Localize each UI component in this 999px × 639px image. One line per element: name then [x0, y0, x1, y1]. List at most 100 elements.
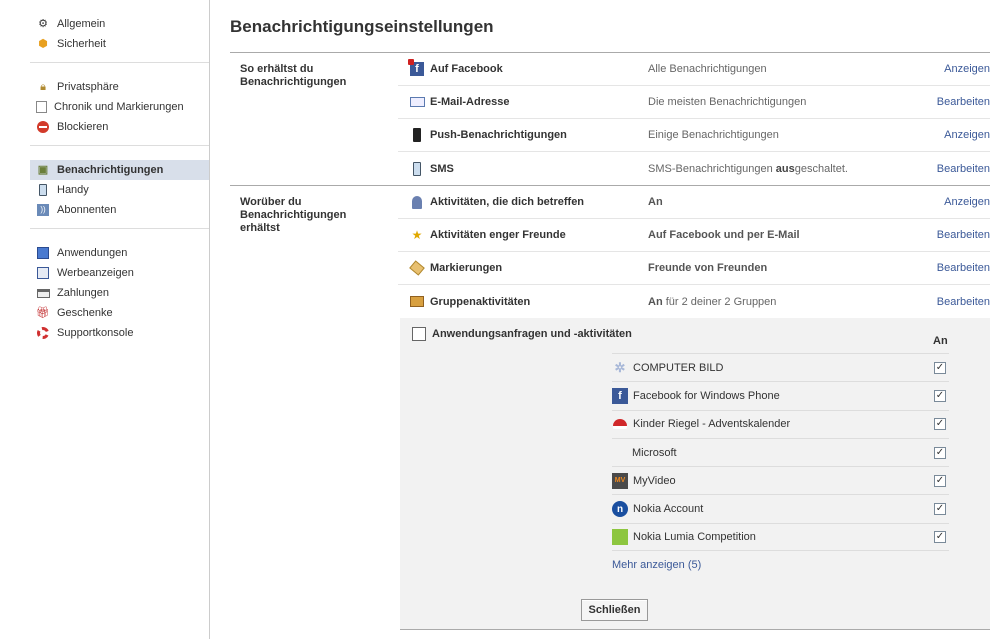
app-name: Facebook for Windows Phone	[633, 389, 780, 402]
sidebar-item-handy[interactable]: Handy	[30, 180, 209, 200]
sidebar-item-label: Privatsphäre	[57, 81, 119, 93]
show-link[interactable]: Anzeigen	[930, 63, 990, 75]
setting-row-facebook: f Auf Facebook Alle Benachrichtigungen A…	[398, 53, 990, 86]
row-title: Auf Facebook	[430, 63, 503, 75]
phone-icon	[36, 183, 50, 197]
notification-icon: ▣	[37, 163, 49, 176]
app-name: COMPUTER BILD	[633, 361, 724, 374]
sidebar-item-label: Supportkonsole	[57, 327, 134, 339]
sidebar-item-label: Blockieren	[57, 121, 109, 133]
sidebar-item-label: Benachrichtigungen	[57, 164, 164, 176]
app-checkbox[interactable]: ✓	[934, 418, 946, 431]
row-title: Gruppenaktivitäten	[430, 295, 531, 308]
sidebar-item-label: Zahlungen	[57, 287, 109, 299]
show-link[interactable]: Anzeigen	[930, 196, 990, 208]
sidebar-item-privatsphaere[interactable]: 🔒︎ Privatsphäre	[30, 77, 209, 97]
section-rows: f Auf Facebook Alle Benachrichtigungen A…	[398, 53, 990, 185]
edit-link[interactable]: Bearbeiten	[930, 262, 990, 274]
lifebuoy-icon	[36, 326, 50, 340]
section-rows: Aktivitäten, die dich betreffen An Anzei…	[398, 186, 990, 318]
lock-icon: 🔒︎	[40, 80, 46, 93]
app-name: Nokia Lumia Competition	[633, 530, 756, 543]
app-requests-panel: Anwendungsanfragen und -aktivitäten An ✲…	[400, 318, 990, 630]
status-emphasis: aus	[775, 162, 795, 175]
app-name: MyVideo	[633, 474, 676, 487]
rss-icon: ))	[36, 203, 50, 217]
timeline-icon	[36, 101, 47, 113]
main-content: Benachrichtigungseinstellungen So erhält…	[230, 0, 990, 630]
cube-icon	[36, 246, 50, 260]
edit-link[interactable]: Bearbeiten	[930, 163, 990, 175]
section-label: Worüber du Benachrichtigungen erhältst	[240, 196, 347, 234]
nav-group-apps: Anwendungen Werbeanzeigen Zahlungen 🎁︎ Ge…	[30, 229, 209, 351]
section-topics: Worüber du Benachrichtigungen erhältst A…	[230, 186, 990, 318]
app-row: MV MyVideo ✓	[612, 466, 949, 494]
app-checkbox[interactable]: ✓	[934, 503, 946, 516]
setting-row-close-friends: ★ Aktivitäten enger Freunde Auf Facebook…	[398, 219, 990, 252]
gift-icon: 🎁︎	[36, 306, 50, 319]
facebook-icon: f	[408, 59, 426, 77]
microsoft-logo-icon	[612, 445, 627, 460]
sidebar-item-anwendungen[interactable]: Anwendungen	[30, 243, 209, 263]
setting-row-push: Push-Benachrichtigungen Einige Benachric…	[398, 119, 990, 152]
row-status: SMS-Benachrichtigungen ausgeschaltet.	[648, 163, 930, 175]
row-title: SMS	[430, 162, 454, 175]
sidebar-item-chronik[interactable]: Chronik und Markierungen	[30, 97, 209, 117]
santa-hat-icon	[612, 416, 628, 432]
apps-list: ✲ COMPUTER BILD ✓ f Facebook for Windows…	[612, 353, 949, 552]
setting-row-sms: SMS SMS-Benachrichtigungen ausgeschaltet…	[398, 152, 990, 185]
column-header-on: An	[933, 335, 948, 347]
edit-link[interactable]: Bearbeiten	[930, 96, 990, 108]
show-more-link[interactable]: Mehr anzeigen (5)	[612, 559, 701, 571]
sidebar-item-zahlungen[interactable]: Zahlungen	[30, 283, 209, 303]
app-checkbox[interactable]: ✓	[934, 361, 946, 374]
settings-sidebar: ⚙ Allgemein ⬢ Sicherheit 🔒︎ Privatsphäre Ch…	[0, 0, 210, 639]
user-icon	[408, 194, 426, 210]
ads-icon	[36, 266, 50, 280]
nokia-logo-icon: n	[612, 501, 628, 518]
sidebar-item-benachrichtigungen[interactable]: ▣ Benachrichtigungen	[30, 160, 209, 180]
show-link[interactable]: Anzeigen	[930, 129, 990, 141]
computer-bild-logo-icon: ✲	[614, 359, 626, 375]
sidebar-item-label: Anwendungen	[57, 247, 128, 259]
edit-link[interactable]: Bearbeiten	[930, 229, 990, 241]
row-title: E-Mail-Adresse	[430, 96, 510, 108]
status-text: für 2 deiner 2 Gruppen	[662, 295, 777, 308]
apps-header: Anwendungsanfragen und -aktivitäten	[400, 318, 990, 350]
section-delivery: So erhältst du Benachrichtigungen f Auf …	[230, 53, 990, 186]
section-label: So erhältst du Benachrichtigungen	[240, 63, 347, 88]
close-button[interactable]: Schließen	[581, 599, 648, 621]
sidebar-item-abonnenten[interactable]: )) Abonnenten	[30, 200, 209, 220]
lumia-logo-icon	[612, 528, 628, 545]
app-row: f Facebook for Windows Phone ✓	[612, 381, 949, 409]
app-checkbox[interactable]: ✓	[934, 389, 946, 402]
app-checkbox[interactable]: ✓	[934, 474, 946, 487]
sidebar-item-allgemein[interactable]: ⚙ Allgemein	[30, 14, 209, 34]
sidebar-item-blockieren[interactable]: Blockieren	[30, 117, 209, 137]
sidebar-item-label: Handy	[57, 184, 89, 196]
edit-link[interactable]: Bearbeiten	[930, 296, 990, 308]
mobile-icon	[408, 127, 426, 143]
apps-title: Anwendungsanfragen und -aktivitäten	[432, 328, 632, 340]
page-title: Benachrichtigungseinstellungen	[230, 0, 990, 53]
sidebar-item-sicherheit[interactable]: ⬢ Sicherheit	[30, 34, 209, 54]
app-row: n Nokia Account ✓	[612, 494, 949, 522]
sidebar-item-label: Geschenke	[57, 307, 113, 319]
card-icon	[36, 286, 50, 300]
row-title: Aktivitäten enger Freunde	[430, 229, 566, 241]
tag-icon	[408, 260, 426, 276]
sidebar-item-supportkonsole[interactable]: Supportkonsole	[30, 323, 209, 343]
app-row: ✲ COMPUTER BILD ✓	[612, 353, 949, 381]
row-title: Markierungen	[430, 262, 503, 274]
app-checkbox[interactable]: ✓	[934, 530, 946, 543]
app-checkbox[interactable]: ✓	[934, 446, 946, 459]
nav-group-notifications: ▣ Benachrichtigungen Handy )) Abonnenten	[30, 146, 209, 229]
sms-icon	[408, 161, 426, 177]
sidebar-item-werbeanzeigen[interactable]: Werbeanzeigen	[30, 263, 209, 283]
sidebar-item-geschenke[interactable]: 🎁︎ Geschenke	[30, 303, 209, 323]
row-status: Freunde von Freunden	[648, 262, 768, 274]
setting-row-groups: Gruppenaktivitäten An für 2 deiner 2 Gru…	[398, 285, 990, 318]
row-status: Die meisten Benachrichtigungen	[648, 96, 807, 108]
star-icon: ★	[411, 228, 423, 242]
sidebar-item-label: Allgemein	[57, 18, 106, 30]
